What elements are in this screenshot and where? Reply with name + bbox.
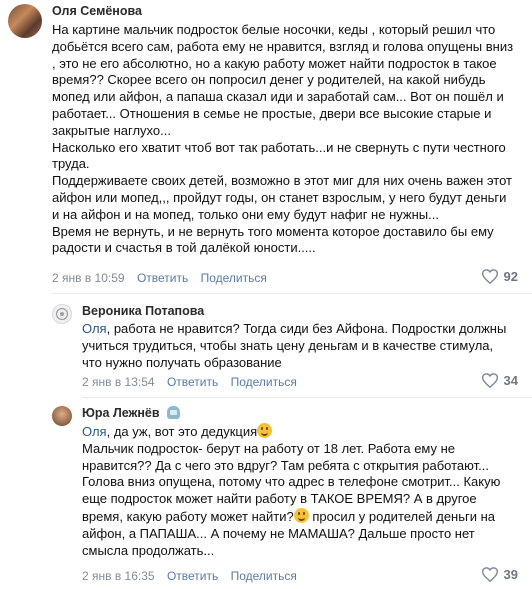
paragraph: На картине мальчик подросток белые носоч… xyxy=(52,22,514,138)
paragraph: Время не вернуть, и не вернуть того моме… xyxy=(52,223,494,256)
author-name[interactable]: Вероника Потапова xyxy=(82,304,204,318)
avatar[interactable] xyxy=(52,304,72,324)
reply-button[interactable]: Ответить xyxy=(167,569,218,583)
paragraph: Поддерживаете своих детей, возможно в эт… xyxy=(52,173,513,222)
like-count: 39 xyxy=(503,567,518,582)
smile-emoji xyxy=(293,507,309,523)
mask-emoji xyxy=(167,406,181,419)
share-button[interactable]: Поделиться xyxy=(231,375,297,389)
like-count: 34 xyxy=(503,373,518,388)
comment-meta: 2 янв в 13:54 Ответить Поделиться xyxy=(82,375,306,389)
smile-emoji xyxy=(257,423,273,438)
timestamp[interactable]: 2 янв в 16:35 xyxy=(82,569,155,583)
reply-mention[interactable]: Оля xyxy=(82,321,107,336)
heart-icon xyxy=(481,567,498,582)
author-name[interactable]: Оля Семёнова xyxy=(52,4,142,18)
divider xyxy=(82,397,532,398)
reply-button[interactable]: Ответить xyxy=(137,271,188,285)
like-count: 92 xyxy=(503,269,518,284)
heart-icon xyxy=(481,373,498,388)
like-button[interactable]: 39 xyxy=(481,567,518,582)
author-label: Юра Лежнёв xyxy=(82,406,160,420)
comment-meta: 2 янв в 10:59 Ответить Поделиться xyxy=(52,271,276,285)
timestamp[interactable]: 2 янв в 10:59 xyxy=(52,271,125,285)
comment-text: На картине мальчик подросток белые носоч… xyxy=(52,22,514,257)
heart-icon xyxy=(481,269,498,284)
author-name[interactable]: Юра Лежнёв xyxy=(82,406,181,420)
timestamp[interactable]: 2 янв в 13:54 xyxy=(82,375,155,389)
comment-body: , работа не нравится? Тогда сиди без Айф… xyxy=(82,321,507,370)
comment-body: , да уж, вот это дедукция xyxy=(106,424,258,439)
reply-button[interactable]: Ответить xyxy=(167,375,218,389)
like-button[interactable]: 34 xyxy=(481,373,518,388)
like-button[interactable]: 92 xyxy=(481,269,518,284)
avatar[interactable] xyxy=(8,4,42,38)
comment-text: Оля, работа не нравится? Тогда сиди без … xyxy=(82,321,514,371)
share-button[interactable]: Поделиться xyxy=(231,569,297,583)
comment-text: Оля, да уж, вот это дедукция Мальчик под… xyxy=(82,423,514,559)
paragraph: Насколько его хватит чтоб вот так работа… xyxy=(52,139,506,172)
avatar[interactable] xyxy=(52,406,72,426)
comment-meta: 2 янв в 16:35 Ответить Поделиться xyxy=(82,569,306,583)
share-button[interactable]: Поделиться xyxy=(201,271,267,285)
reply-mention[interactable]: Оля xyxy=(82,424,107,439)
divider xyxy=(52,293,532,294)
